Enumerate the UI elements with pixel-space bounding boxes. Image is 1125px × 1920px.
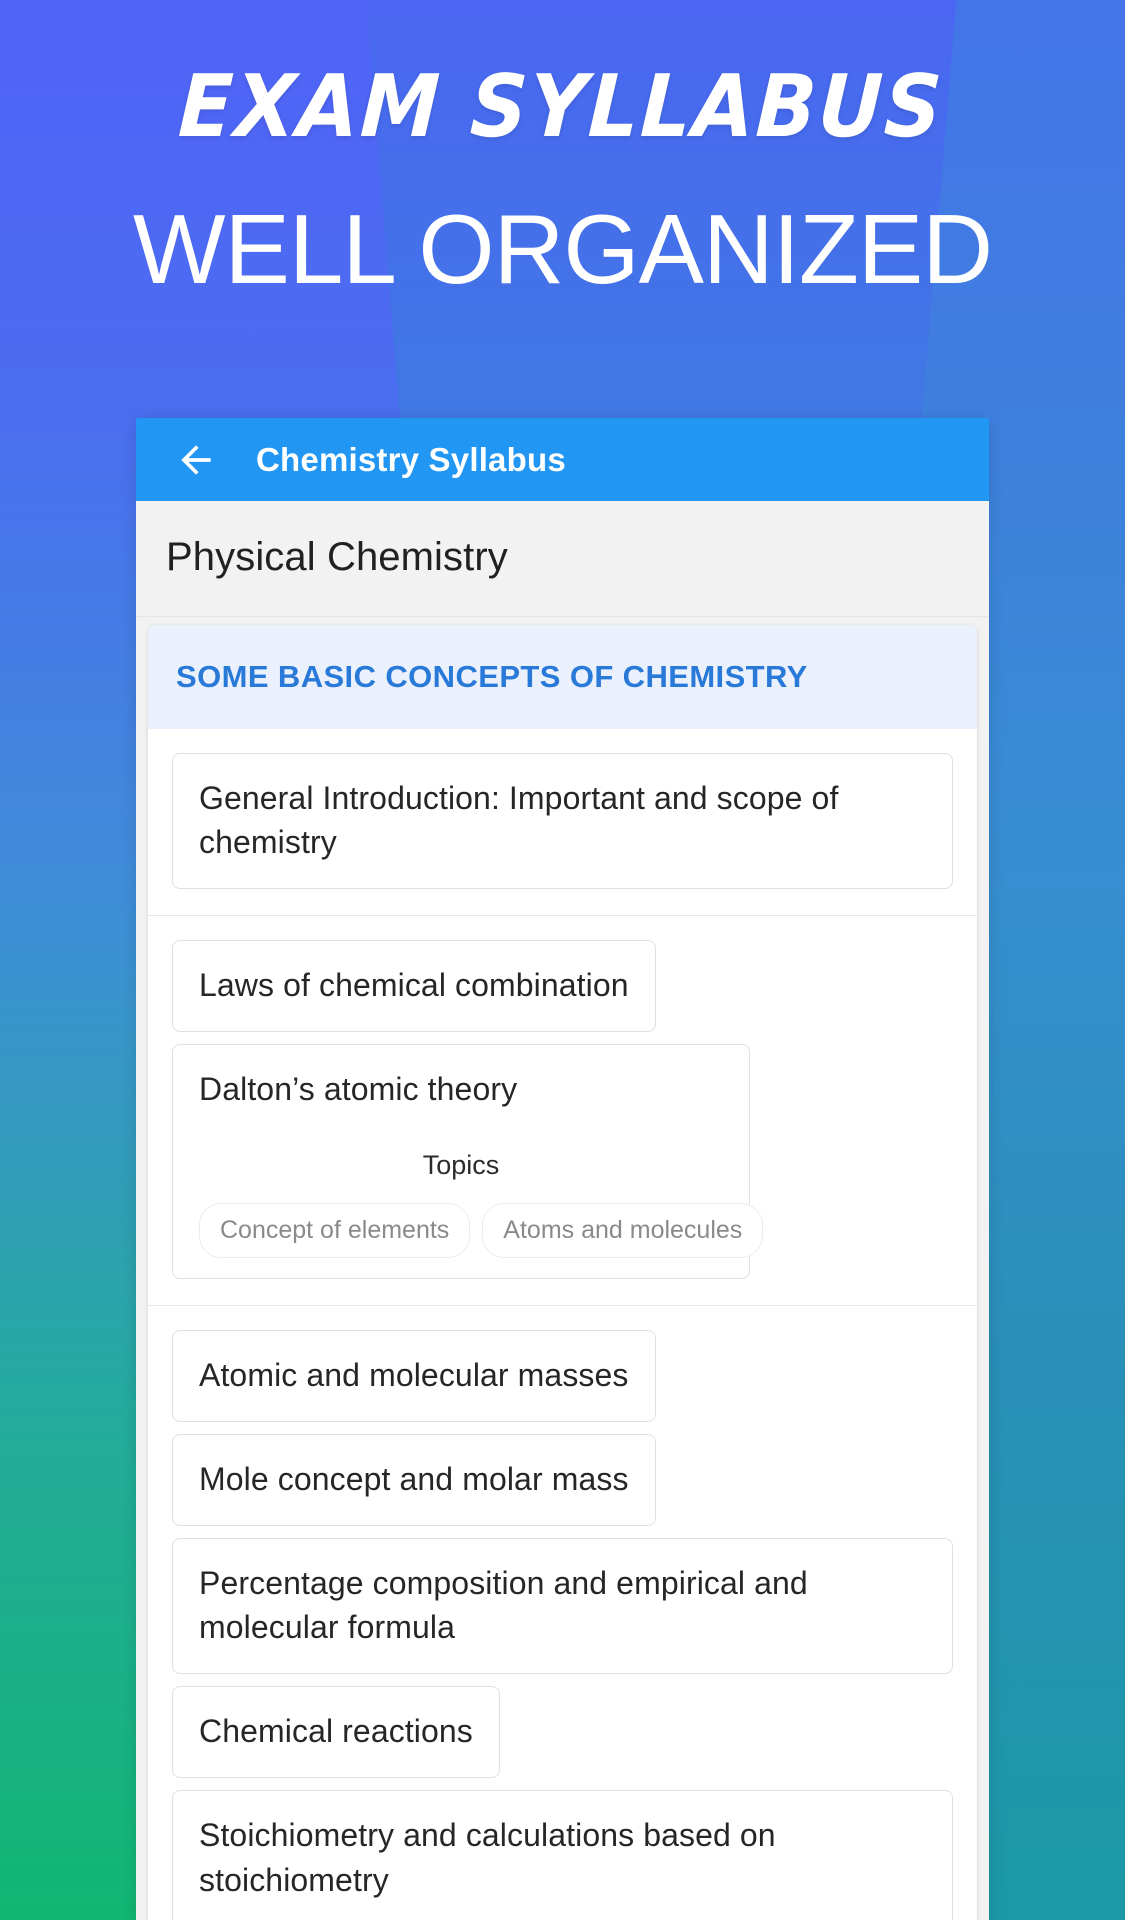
syllabus-item-card[interactable]: General Introduction: Important and scop…	[172, 753, 953, 890]
topics-chip-row: Concept of elements Atoms and molecules	[199, 1202, 764, 1258]
syllabus-item-card[interactable]: Chemical reactions	[172, 1686, 500, 1779]
syllabus-item-label: Dalton’s atomic theory	[199, 1071, 518, 1108]
chapter-header[interactable]: SOME BASIC CONCEPTS OF CHEMISTRY	[148, 625, 977, 729]
syllabus-item-label: Chemical reactions	[199, 1713, 473, 1750]
syllabus-item-card[interactable]: Dalton’s atomic theory Topics Concept of e…	[172, 1044, 764, 1279]
promo-title: EXAM SYLLABUS	[176, 57, 946, 157]
topic-group: General Introduction: Important and scop…	[148, 729, 977, 917]
syllabus-item-card[interactable]: Percentage composition and empirical and…	[172, 1537, 953, 1675]
syllabus-item-label: Mole concept and molar mass	[199, 1460, 629, 1497]
syllabus-item-label: Stoichiometry and calculations based on …	[199, 1817, 776, 1898]
chapter-card: SOME BASIC CONCEPTS OF CHEMISTRY General …	[148, 625, 977, 1920]
syllabus-item-label: Atomic and molecular masses	[199, 1356, 629, 1393]
syllabus-item-label: General Introduction: Important and scop…	[199, 780, 839, 861]
syllabus-item-label: Laws of chemical combination	[199, 967, 629, 1004]
topic-group: Atomic and molecular masses Mole concept …	[148, 1306, 977, 1920]
syllabus-item-card[interactable]: Laws of chemical combination	[172, 940, 656, 1033]
chapter-body: General Introduction: Important and scop…	[148, 729, 977, 1920]
syllabus-scroll-area[interactable]: SOME BASIC CONCEPTS OF CHEMISTRY General …	[136, 617, 989, 1920]
topic-chip[interactable]: Concept of elements	[199, 1202, 471, 1258]
app-bar: Chemistry Syllabus	[136, 418, 989, 501]
promo-text-block: EXAM SYLLABUS WELL ORGANIZED	[0, 0, 1125, 298]
app-bar-title: Chemistry Syllabus	[256, 440, 566, 478]
syllabus-item-card[interactable]: Mole concept and molar mass	[172, 1433, 656, 1526]
topic-chip[interactable]: Atoms and molecules	[482, 1202, 764, 1258]
syllabus-item-label: Percentage composition and empirical and…	[199, 1564, 808, 1646]
promo-subtitle: WELL ORGANIZED	[132, 194, 993, 305]
subject-title: Physical Chemistry	[166, 535, 508, 579]
app-screenshot-panel: Chemistry Syllabus Physical Chemistry SO…	[136, 418, 989, 1920]
syllabus-item-card[interactable]: Stoichiometry and calculations based on …	[172, 1790, 953, 1920]
back-arrow-icon[interactable]	[168, 432, 224, 488]
subject-header: Physical Chemistry	[136, 501, 989, 617]
topics-label: Topics	[422, 1149, 500, 1180]
syllabus-item-card[interactable]: Atomic and molecular masses	[172, 1329, 656, 1422]
chapter-title: SOME BASIC CONCEPTS OF CHEMISTRY	[176, 659, 808, 694]
topic-group: Laws of chemical combination Dalton’s ato…	[148, 916, 977, 1306]
